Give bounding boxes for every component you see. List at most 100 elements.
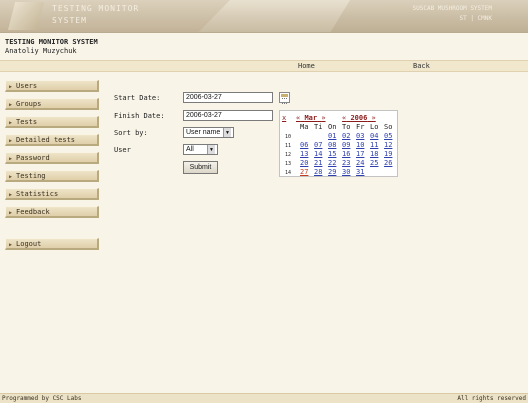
calendar-day[interactable]: 01	[328, 132, 336, 140]
banner-title-line2: SYSTEM	[52, 16, 87, 25]
calendar-day[interactable]: 09	[342, 141, 350, 149]
sidebar-item-feedback[interactable]: ▶ Feedback	[5, 206, 99, 218]
arrow-right-icon: ▶	[9, 84, 13, 90]
calendar-icon[interactable]	[279, 92, 290, 104]
sidebar-item-testing[interactable]: ▶ Testing	[5, 170, 99, 182]
sidebar-item-label: Users	[16, 82, 38, 90]
sidebar-item-tests[interactable]: ▶ Tests	[5, 116, 99, 128]
weekday-header: Lo	[370, 123, 379, 131]
sidebar-item-password[interactable]: ▶ Password	[5, 152, 99, 164]
calendar-day-today[interactable]: 27	[300, 168, 308, 176]
submit-button[interactable]: Submit	[183, 161, 218, 174]
user-value: All	[186, 146, 194, 153]
calendar-year-nav: « 2006 »	[342, 114, 376, 122]
calendar-day[interactable]: 26	[384, 159, 392, 167]
calendar-day[interactable]: 06	[300, 141, 308, 149]
sidebar-item-detailed-tests[interactable]: ▶ Detailed tests	[5, 134, 99, 146]
finish-date-label: Finish Date:	[114, 112, 165, 120]
calendar-day[interactable]: 19	[384, 150, 392, 158]
next-year-button[interactable]: »	[372, 114, 376, 122]
home-link[interactable]: Home	[298, 62, 315, 70]
calendar-year: 2006	[350, 114, 368, 122]
calendar-day[interactable]: 02	[342, 132, 350, 140]
footer-credit: Programmed by CSC Labs	[2, 395, 82, 402]
calendar-day[interactable]: 20	[300, 159, 308, 167]
calendar-day[interactable]: 14	[314, 150, 322, 158]
banner-right-line1: SUSCAB MUSHROOM SYSTEM	[412, 5, 492, 12]
week-number: 11	[285, 143, 292, 149]
calendar-month-nav: « Mar »	[296, 114, 326, 122]
calendar-day[interactable]: 21	[314, 159, 322, 167]
user-select[interactable]: All ▼	[183, 144, 218, 155]
calendar-day[interactable]: 23	[342, 159, 350, 167]
calendar-day[interactable]: 12	[384, 141, 392, 149]
footer-rights: All rights reserved	[457, 395, 526, 402]
calendar-day[interactable]: 24	[356, 159, 364, 167]
calendar-close-button[interactable]: x	[282, 114, 286, 122]
calendar-day[interactable]: 15	[328, 150, 336, 158]
calendar-day[interactable]: 03	[356, 132, 364, 140]
calendar-day[interactable]: 07	[314, 141, 322, 149]
week-number: 12	[285, 152, 292, 158]
sidebar-item-label: Feedback	[16, 208, 50, 216]
start-date-label: Start Date:	[114, 94, 161, 102]
arrow-right-icon: ▶	[9, 156, 13, 162]
start-date-input[interactable]: 2006-03-27	[183, 92, 273, 103]
banner-right-line2: ST | CMNK	[459, 15, 492, 22]
calendar-day[interactable]: 16	[342, 150, 350, 158]
sidebar-item-users[interactable]: ▶ Users	[5, 80, 99, 92]
weekday-header: Fr	[356, 123, 365, 131]
calendar-day[interactable]: 17	[356, 150, 364, 158]
sidebar-item-groups[interactable]: ▶ Groups	[5, 98, 99, 110]
banner-title-line1: TESTING MONITOR	[52, 4, 140, 13]
sidebar-item-label: Statistics	[16, 190, 59, 198]
calendar-day[interactable]: 04	[370, 132, 378, 140]
sort-by-select[interactable]: User name ▼	[183, 127, 234, 138]
sidebar-item-statistics[interactable]: ▶ Statistics	[5, 188, 99, 200]
user-label: User	[114, 146, 131, 154]
week-number: 10	[285, 134, 292, 140]
calendar-day[interactable]: 13	[300, 150, 308, 158]
calendar-day[interactable]: 28	[314, 168, 322, 176]
arrow-right-icon: ▶	[9, 174, 13, 180]
sidebar-item-label: Password	[16, 154, 50, 162]
footer: Programmed by CSC Labs All rights reserv…	[0, 393, 528, 403]
calendar-day[interactable]: 30	[342, 168, 350, 176]
calendar-day[interactable]: 31	[356, 168, 364, 176]
calendar-day[interactable]: 11	[370, 141, 378, 149]
calendar-popup: x « Mar » « 2006 » Ma Ti On To Fr Lo So …	[279, 110, 398, 177]
weekday-header: So	[384, 123, 393, 131]
nav-bar: Home Back	[0, 60, 528, 72]
sort-by-label: Sort by:	[114, 129, 148, 137]
arrow-right-icon: ▶	[9, 102, 13, 108]
arrow-right-icon: ▶	[9, 120, 13, 126]
arrow-right-icon: ▶	[9, 242, 13, 248]
arrow-right-icon: ▶	[9, 192, 13, 198]
sidebar-item-label: Groups	[16, 100, 42, 108]
calendar-day[interactable]: 18	[370, 150, 378, 158]
weekday-header: Ma	[300, 123, 309, 131]
back-link[interactable]: Back	[413, 62, 430, 70]
sidebar-item-label: Detailed tests	[16, 136, 76, 144]
user-name: Anatoliy Muzychuk	[5, 47, 77, 55]
week-number: 14	[285, 170, 292, 176]
arrow-right-icon: ▶	[9, 210, 13, 216]
calendar-day[interactable]: 10	[356, 141, 364, 149]
calendar-day[interactable]: 22	[328, 159, 336, 167]
top-banner: TESTING MONITOR SYSTEM SUSCAB MUSHROOM S…	[0, 0, 528, 33]
prev-month-button[interactable]: «	[296, 114, 300, 122]
calendar-day[interactable]: 29	[328, 168, 336, 176]
weekday-header: To	[342, 123, 351, 131]
prev-year-button[interactable]: «	[342, 114, 346, 122]
next-month-button[interactable]: »	[321, 114, 325, 122]
calendar-day[interactable]: 08	[328, 141, 336, 149]
calendar-day[interactable]: 05	[384, 132, 392, 140]
weekday-header: Ti	[314, 123, 323, 131]
calendar-month: Mar	[304, 114, 318, 122]
logout-label: Logout	[16, 240, 42, 248]
arrow-right-icon: ▶	[9, 138, 13, 144]
system-title: TESTING MONITOR SYSTEM	[5, 38, 98, 46]
calendar-day[interactable]: 25	[370, 159, 378, 167]
logout-button[interactable]: ▶ Logout	[5, 238, 99, 250]
finish-date-input[interactable]: 2006-03-27	[183, 110, 273, 121]
